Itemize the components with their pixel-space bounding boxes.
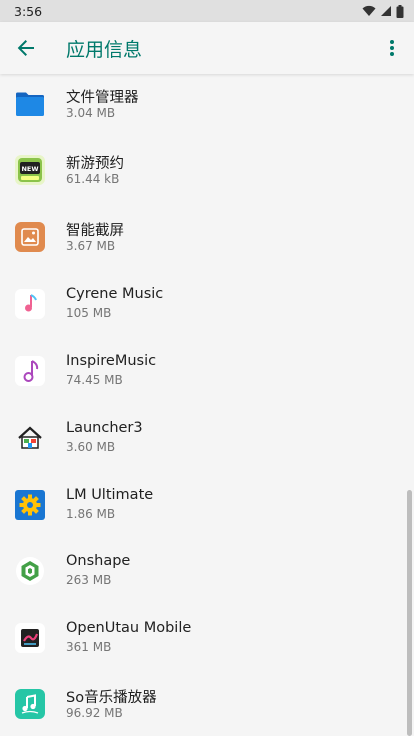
app-size: 3.04 MB bbox=[66, 106, 116, 120]
app-name: 文件管理器 bbox=[66, 90, 139, 106]
screenshot-icon bbox=[15, 222, 45, 252]
app-name: 智能截屏 bbox=[66, 223, 124, 239]
app-size: 1.86 MB bbox=[66, 507, 116, 521]
list-item[interactable]: 智能截屏 3.67 MB bbox=[0, 219, 414, 285]
list-item[interactable]: OpenUtau Mobile 361 MB bbox=[0, 620, 414, 686]
arrow-back-icon bbox=[17, 40, 34, 56]
app-size: 96.92 MB bbox=[66, 706, 123, 720]
openutau-icon bbox=[15, 623, 45, 653]
signal-icon bbox=[381, 6, 391, 16]
list-item[interactable]: So音乐播放器 96.92 MB bbox=[0, 686, 414, 736]
list-item[interactable]: Launcher3 3.60 MB bbox=[0, 420, 414, 486]
more-options-button[interactable] bbox=[378, 34, 406, 62]
list-item[interactable]: LM Ultimate 1.86 MB bbox=[0, 487, 414, 553]
page-title: 应用信息 bbox=[66, 38, 143, 61]
back-button[interactable] bbox=[0, 22, 52, 74]
status-bar: 3:56 bbox=[0, 0, 414, 22]
music-note-outline-icon bbox=[15, 356, 45, 386]
app-name: 新游预约 bbox=[66, 156, 124, 172]
app-name: Cyrene Music bbox=[66, 286, 164, 302]
onshape-icon bbox=[16, 557, 44, 585]
list-item[interactable]: 文件管理器 3.04 MB bbox=[0, 86, 414, 152]
gear-icon bbox=[15, 490, 45, 520]
folder-icon bbox=[16, 92, 44, 116]
more-vert-icon bbox=[390, 40, 394, 56]
home-icon bbox=[18, 426, 42, 449]
app-name: InspireMusic bbox=[66, 353, 157, 369]
app-name: LM Ultimate bbox=[66, 487, 154, 503]
svg-text:NEW: NEW bbox=[21, 165, 38, 173]
app-name: Onshape bbox=[66, 553, 131, 569]
list-item[interactable]: Onshape 263 MB bbox=[0, 553, 414, 619]
status-icons bbox=[362, 4, 404, 18]
status-time: 3:56 bbox=[14, 3, 43, 19]
app-size: 105 MB bbox=[66, 306, 112, 320]
app-size: 361 MB bbox=[66, 640, 112, 654]
list-item[interactable]: InspireMusic 74.45 MB bbox=[0, 353, 414, 419]
new-game-icon: NEW bbox=[15, 155, 45, 185]
battery-icon bbox=[396, 4, 404, 18]
app-size: 263 MB bbox=[66, 573, 112, 587]
app-size: 3.67 MB bbox=[66, 239, 116, 253]
scrollbar[interactable] bbox=[407, 490, 412, 736]
app-size: 74.45 MB bbox=[66, 373, 123, 387]
app-size: 61.44 kB bbox=[66, 172, 120, 186]
app-name: OpenUtau Mobile bbox=[66, 620, 192, 636]
list-item[interactable]: Cyrene Music 105 MB bbox=[0, 286, 414, 352]
music-note-icon bbox=[15, 289, 45, 319]
so-music-icon bbox=[15, 689, 45, 719]
wifi-icon bbox=[362, 5, 376, 16]
app-bar: 应用信息 bbox=[0, 22, 414, 74]
app-name: Launcher3 bbox=[66, 420, 143, 436]
app-name: So音乐播放器 bbox=[66, 690, 157, 706]
app-list: 文件管理器 3.04 MB NEW 新游预约 61.44 kB 智能截屏 3.6… bbox=[0, 74, 414, 736]
app-size: 3.60 MB bbox=[66, 440, 116, 454]
list-item[interactable]: NEW 新游预约 61.44 kB bbox=[0, 152, 414, 218]
